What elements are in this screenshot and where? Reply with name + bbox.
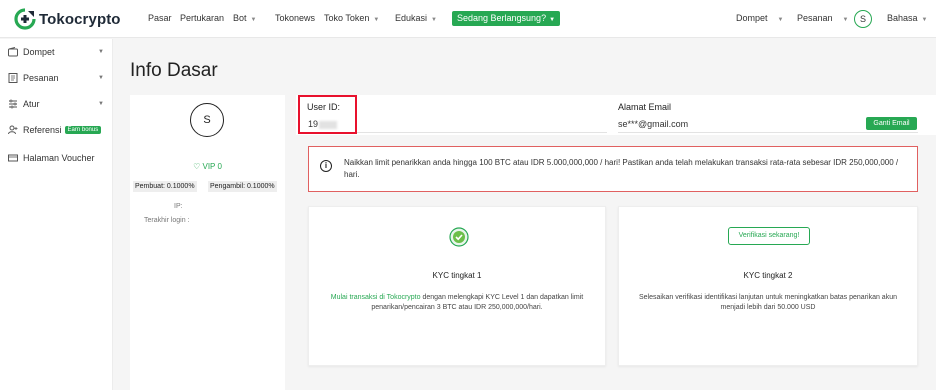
vip-level: ♡ VIP 0 <box>193 162 222 171</box>
chevron-down-icon: ▼ <box>842 17 849 23</box>
kyc-1-title: KYC tingkat 1 <box>432 271 482 280</box>
sidebar-item-dompet[interactable]: Dompet ▼ <box>8 45 104 59</box>
sidebar-item-referensi[interactable]: Referensi Earn bonus <box>8 123 104 137</box>
heart-icon: ♡ <box>193 162 201 171</box>
last-login-label: Terakhir login : <box>144 217 190 224</box>
live-events-button[interactable]: Sedang Berlangsung? ▼ <box>452 11 561 26</box>
chevron-down-icon: ▼ <box>98 75 104 81</box>
kyc-2-description: Selesaikan verifikasi identifikasi lanju… <box>639 294 897 311</box>
nav-pertukaran[interactable]: Pertukaran <box>180 13 224 23</box>
nav-toko-token[interactable]: Toko Token ▼ <box>324 13 379 23</box>
wallet-icon <box>8 47 18 57</box>
maker-fee: Pembuat: 0.1000% <box>133 181 197 192</box>
kyc-2-title: KYC tingkat 2 <box>743 271 793 280</box>
chevron-down-icon: ▼ <box>98 49 104 55</box>
verify-now-button[interactable]: Verifikasi sekarang! <box>728 227 810 245</box>
user-avatar-button[interactable]: S <box>854 10 872 28</box>
referral-icon <box>8 125 18 135</box>
change-email-button[interactable]: Ganti Email <box>866 117 917 130</box>
top-navigation: Tokocrypto Pasar Pertukaran Bot ▼ Tokonew… <box>0 0 936 38</box>
info-icon: i <box>320 160 332 172</box>
page-title: Info Dasar <box>130 60 218 81</box>
chevron-down-icon: ▼ <box>98 101 104 107</box>
taker-fee: Pengambil: 0.1000% <box>208 181 277 192</box>
sidebar: Dompet ▼ Pesanan ▼ Atur ▼ Referensi Earn… <box>0 39 113 390</box>
email-label: Alamat Email <box>618 102 672 112</box>
account-info-panel <box>296 95 936 135</box>
tokocrypto-logo-icon <box>14 8 36 30</box>
profile-panel: S ♡ VIP 0 Pembuat: 0.1000% Pengambil: 0.… <box>130 95 285 390</box>
nav-pasar[interactable]: Pasar <box>148 13 172 23</box>
kyc-level-2-card: Verifikasi sekarang! KYC tingkat 2 Seles… <box>618 206 918 366</box>
logo[interactable]: Tokocrypto <box>14 8 121 30</box>
brand-name: Tokocrypto <box>39 10 121 28</box>
chevron-down-icon: ▼ <box>549 17 556 23</box>
verified-check-icon <box>449 227 469 247</box>
voucher-icon <box>8 153 18 163</box>
nav-bot[interactable]: Bot ▼ <box>233 13 256 23</box>
nav-edukasi[interactable]: Edukasi ▼ <box>395 13 437 23</box>
highlight-box <box>298 95 357 134</box>
ip-label: IP: <box>174 203 183 210</box>
chevron-down-icon: ▼ <box>921 17 928 23</box>
kyc-level-1-card: KYC tingkat 1 Mulai transaksi di Tokocry… <box>308 206 606 366</box>
language-selector[interactable]: Bahasa ▼ <box>887 13 927 23</box>
chevron-down-icon: ▼ <box>250 17 257 23</box>
avatar: S <box>190 103 224 137</box>
chevron-down-icon: ▼ <box>373 17 380 23</box>
sidebar-item-atur[interactable]: Atur ▼ <box>8 97 104 111</box>
sidebar-item-pesanan[interactable]: Pesanan ▼ <box>8 71 104 85</box>
orders-icon <box>8 73 18 83</box>
chevron-down-icon: ▼ <box>431 17 437 23</box>
settings-icon <box>8 99 18 109</box>
sidebar-item-voucher[interactable]: Halaman Voucher <box>8 151 104 165</box>
kyc-1-description: Mulai transaksi di Tokocrypto dengan mel… <box>330 294 584 311</box>
alert-text: Naikkan limit penarikkan anda hingga 100… <box>344 158 899 179</box>
earn-bonus-badge: Earn bonus <box>64 126 102 134</box>
email-value: se***@gmail.com <box>618 119 689 129</box>
nav-pesanan[interactable]: Pesanan ▼ <box>797 13 848 23</box>
start-trading-link[interactable]: Mulai transaksi di Tokocrypto <box>331 294 421 301</box>
nav-tokonews[interactable]: Tokonews <box>275 13 315 23</box>
divider <box>618 132 918 133</box>
withdrawal-limit-alert: i Naikkan limit penarikkan anda hingga 1… <box>308 146 918 192</box>
nav-dompet[interactable]: Dompet ▼ <box>736 13 783 23</box>
chevron-down-icon: ▼ <box>777 17 784 23</box>
